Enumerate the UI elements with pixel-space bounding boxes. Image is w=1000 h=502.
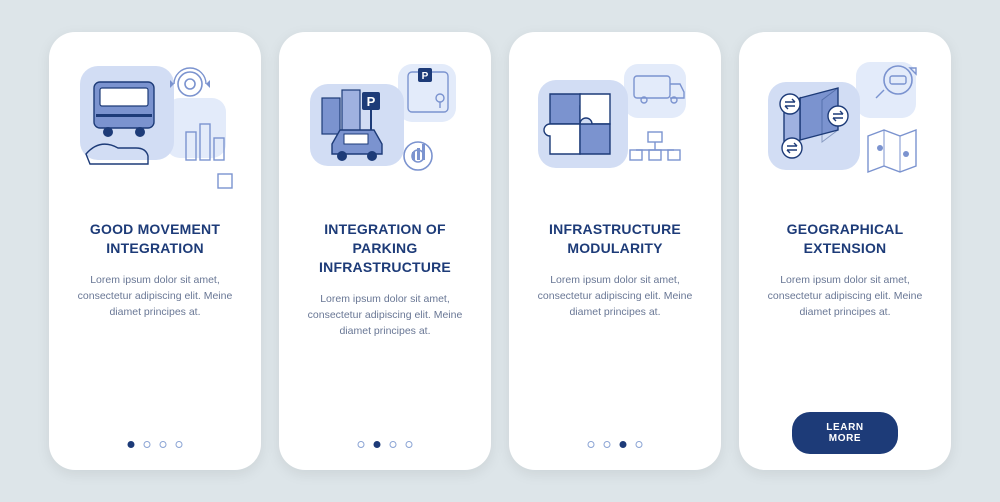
svg-text:P: P (367, 94, 376, 109)
illustration-parking-gear: P P (300, 54, 470, 204)
illustration-geo-map (760, 54, 930, 204)
illustration-bus-hand (70, 54, 240, 204)
dot-4[interactable] (176, 441, 183, 448)
dot-1[interactable] (358, 441, 365, 448)
dot-3[interactable] (390, 441, 397, 448)
screen-description: Lorem ipsum dolor sit amet, consectetur … (529, 272, 701, 321)
dot-1[interactable] (588, 441, 595, 448)
dot-3[interactable] (620, 441, 627, 448)
pagination-dots (588, 441, 643, 448)
onboarding-screens: Good Movement Integration Lorem ipsum do… (49, 32, 951, 470)
screen-1: Good Movement Integration Lorem ipsum do… (49, 32, 261, 470)
screen-description: Lorem ipsum dolor sit amet, consectetur … (69, 272, 241, 321)
illustration-puzzle (530, 54, 700, 204)
dot-4[interactable] (636, 441, 643, 448)
screen-title: Good Movement Integration (90, 220, 220, 258)
dot-2[interactable] (374, 441, 381, 448)
screen-4: Geographical Extension Lorem ipsum dolor… (739, 32, 951, 470)
screen-title: Integration of Parking Infrastructure (319, 220, 451, 277)
svg-text:P: P (422, 71, 429, 82)
dot-4[interactable] (406, 441, 413, 448)
dot-2[interactable] (144, 441, 151, 448)
dot-3[interactable] (160, 441, 167, 448)
screen-3: Infrastructure Modularity Lorem ipsum do… (509, 32, 721, 470)
screen-title: Infrastructure Modularity (549, 220, 681, 258)
learn-more-button[interactable]: LEARN MORE (792, 412, 898, 454)
dot-1[interactable] (128, 441, 135, 448)
screen-description: Lorem ipsum dolor sit amet, consectetur … (299, 291, 471, 340)
pagination-dots (128, 441, 183, 448)
screen-title: Geographical Extension (787, 220, 904, 258)
dot-2[interactable] (604, 441, 611, 448)
screen-2: P P Integration of Park (279, 32, 491, 470)
screen-description: Lorem ipsum dolor sit amet, consectetur … (759, 272, 931, 321)
pagination-dots (358, 441, 413, 448)
